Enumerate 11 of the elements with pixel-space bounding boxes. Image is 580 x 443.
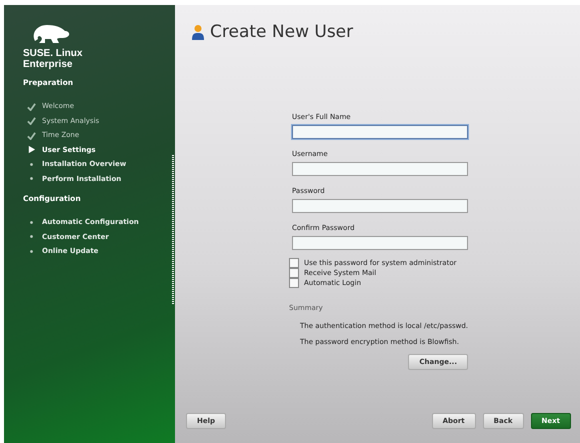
input-field[interactable] [292, 162, 468, 176]
checkbox[interactable] [289, 268, 299, 278]
input-field[interactable] [292, 236, 468, 250]
page-title: Create New User [210, 22, 354, 42]
checkbox[interactable] [289, 278, 299, 288]
input-field[interactable] [292, 125, 468, 139]
splitter-handle[interactable] [172, 155, 174, 305]
input-field[interactable] [292, 199, 468, 213]
checkbox[interactable] [289, 258, 299, 268]
brand-name: SUSE. Linux Enterprise [23, 48, 84, 70]
user-icon [192, 24, 204, 40]
